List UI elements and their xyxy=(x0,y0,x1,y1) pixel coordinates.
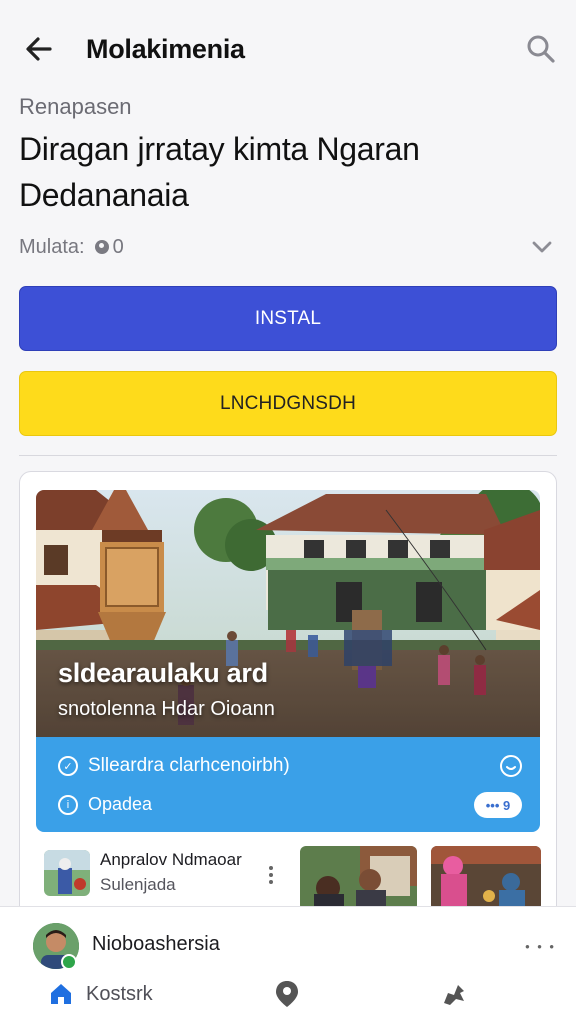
expand-button[interactable] xyxy=(527,232,557,262)
gallery-thumbnail[interactable] xyxy=(431,846,541,911)
back-button[interactable] xyxy=(22,32,56,66)
list-item-thumbnail xyxy=(44,850,90,896)
list-item[interactable]: Anpralov Ndmaoar Sulenjada xyxy=(44,850,284,910)
nav-share[interactable] xyxy=(440,981,468,1009)
home-icon xyxy=(51,984,71,1004)
hero-subtitle: snotolenna Hdar Oioann xyxy=(58,698,275,720)
meta-value: 0 xyxy=(112,235,124,258)
more-options[interactable]: • • • xyxy=(525,939,556,954)
app-header: Molakimenia xyxy=(0,0,576,100)
gallery-thumbnail[interactable] xyxy=(300,846,417,911)
bottom-sheet: Nioboashersia • • • Kostsrk xyxy=(0,906,576,1024)
nav-location[interactable] xyxy=(274,979,300,1009)
bell-button[interactable] xyxy=(500,755,522,777)
bottom-nav: Kostsrk xyxy=(0,973,576,1023)
install-button-label: INSTAL xyxy=(254,307,322,329)
rating-icon xyxy=(94,240,109,254)
location-pin-icon xyxy=(276,981,298,1007)
info-line-1-text: Slleardra clarhcenoirbh) xyxy=(88,755,290,776)
bell-icon xyxy=(506,766,516,770)
user-name: Nioboashersia xyxy=(92,933,220,955)
list-item-title: Anpralov Ndmaoar xyxy=(100,850,242,869)
listing-headline: Diragan jrratay kimta Ngaran Dedananaia xyxy=(19,131,420,213)
more-vertical-icon xyxy=(269,866,273,884)
online-badge xyxy=(61,954,77,970)
info-line-2-text: Opadea xyxy=(88,794,153,814)
list-item-more-button[interactable] xyxy=(264,864,278,886)
arrow-left-icon xyxy=(26,37,52,61)
info-panel: ✓ Slleardra clarhcenoirbh) i Opadea ••• … xyxy=(36,737,540,832)
meta-label: Mulata: xyxy=(19,235,85,258)
search-icon xyxy=(527,35,555,63)
info-line-2: i Opadea xyxy=(58,794,152,815)
secondary-button-label: LNCHDGNSDH xyxy=(219,392,357,414)
panel-action-pill[interactable]: ••• 9 xyxy=(474,792,522,818)
chevron-down-icon xyxy=(532,241,552,253)
app-title: Molakimenia xyxy=(86,34,245,64)
info-circle-icon: i xyxy=(58,794,78,815)
search-button[interactable] xyxy=(524,32,558,66)
list-item-subtitle: Sulenjada xyxy=(100,875,176,894)
divider xyxy=(19,455,557,456)
secondary-button[interactable]: LNCHDGNSDH xyxy=(19,371,557,436)
hero-title: sldearaulaku ard xyxy=(58,658,268,688)
feature-card: sldearaulaku ard snotolenna Hdar Oioann … xyxy=(19,471,557,931)
install-button[interactable]: INSTAL xyxy=(19,286,557,351)
share-icon xyxy=(444,985,464,1005)
check-circle-icon: ✓ xyxy=(58,756,78,776)
listing-eyebrow: Renapasen xyxy=(19,94,132,119)
meta-row: Mulata: 0 xyxy=(19,232,559,262)
nav-home-label: Kostsrk xyxy=(86,982,153,1005)
nav-home[interactable]: Kostsrk xyxy=(48,981,153,1007)
info-line-1: ✓ Slleardra clarhcenoirbh) xyxy=(58,755,290,777)
